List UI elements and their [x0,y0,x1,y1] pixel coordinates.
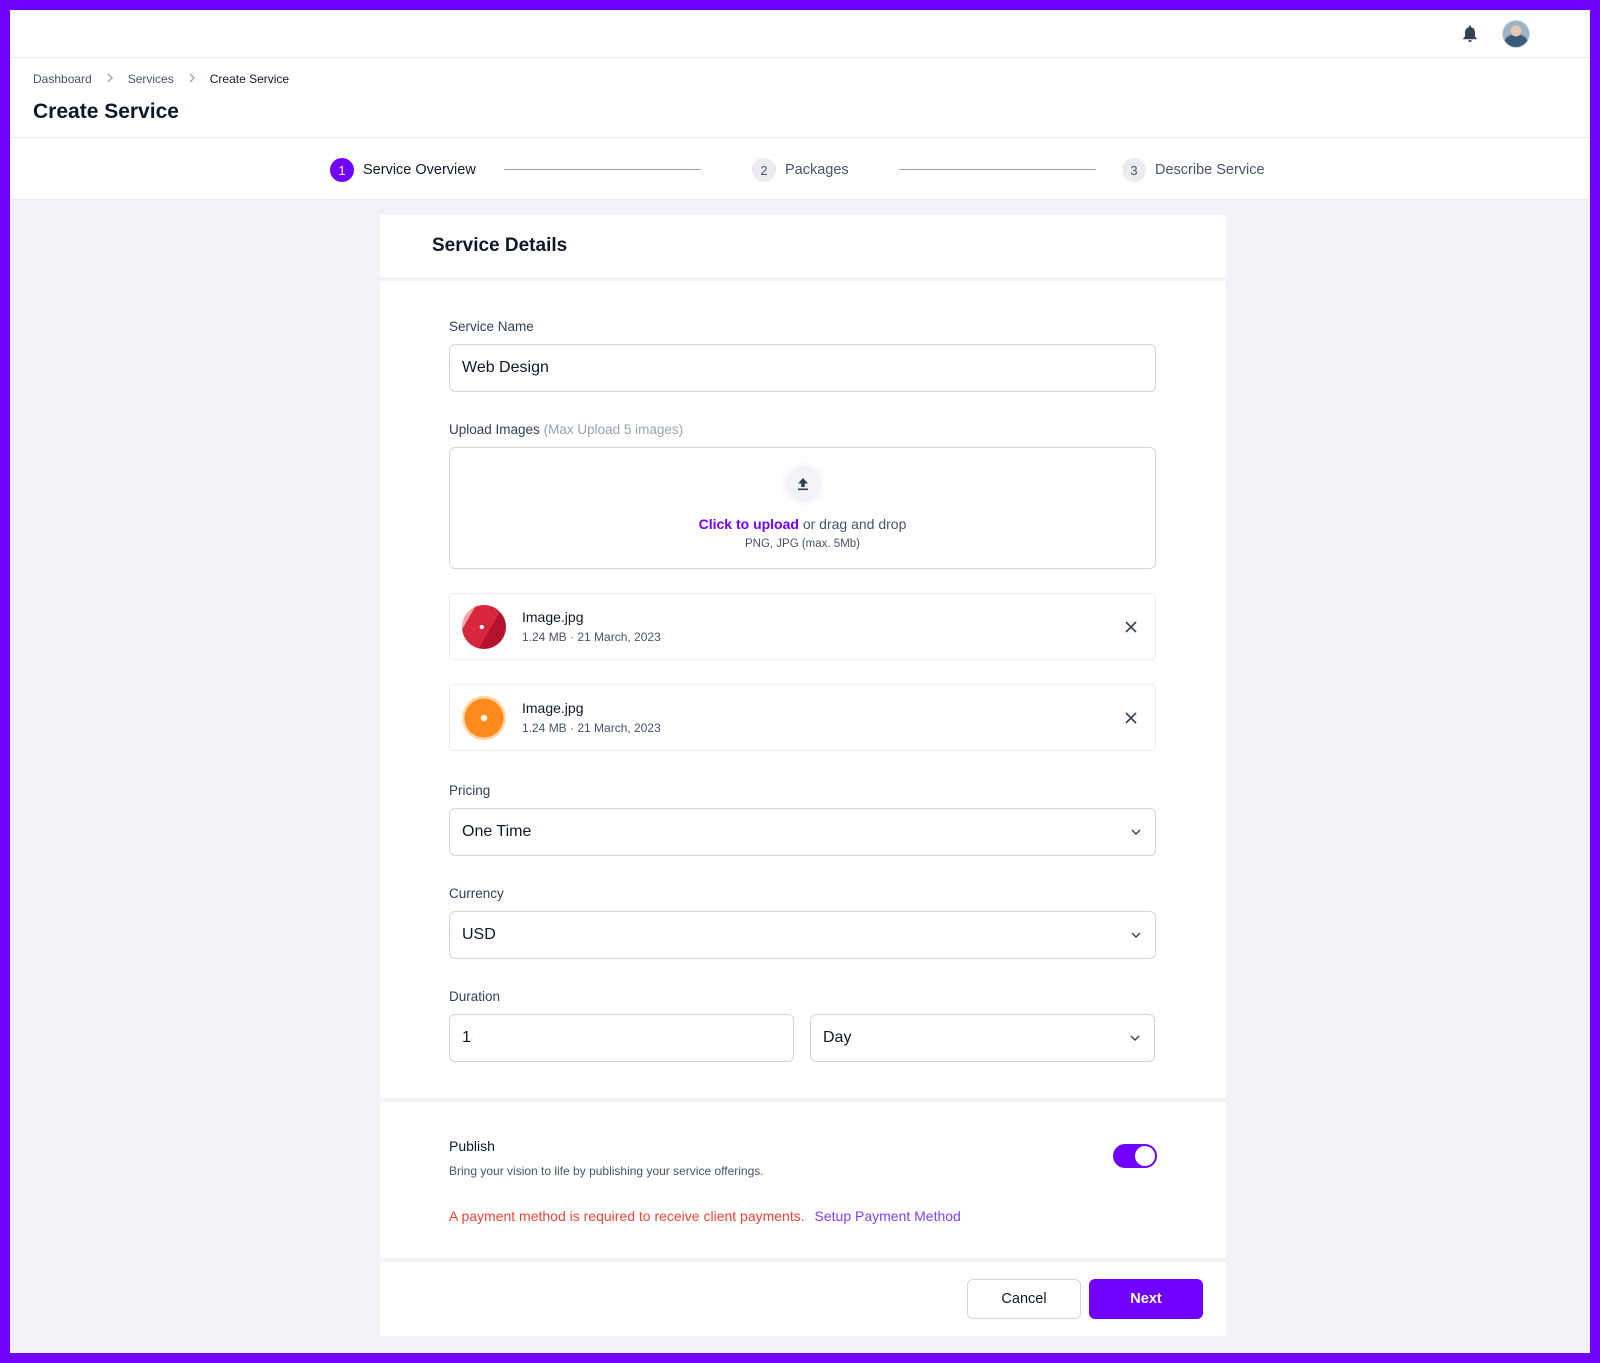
file-meta: 1.24 MB · 21 March, 2023 [522,721,661,735]
top-bar [10,10,1590,58]
step-label: Service Overview [363,162,476,178]
next-button[interactable]: Next [1089,1279,1203,1319]
service-name-input[interactable]: Web Design [449,344,1156,392]
duration-unit-value: Day [823,1029,852,1046]
breadcrumb-services[interactable]: Services [128,72,174,86]
duration-field: Duration 1 Day [449,989,1157,1062]
payment-warning: A payment method is required to receive … [449,1208,1157,1224]
pricing-field: Pricing One Time [449,783,1157,856]
file-info: Image.jpg 1.24 MB · 21 March, 2023 [522,609,1119,644]
upload-dropzone[interactable]: Click to upload or drag and drop PNG, JP… [449,447,1156,569]
upload-label: Upload Images (Max Upload 5 images) [449,422,1157,437]
file-name: Image.jpg [522,700,584,716]
close-icon[interactable] [1119,706,1143,730]
breadcrumb-create-service: Create Service [209,72,290,86]
currency-select[interactable]: USD [449,911,1156,959]
click-to-upload-link[interactable]: Click to upload [699,516,799,532]
chevron-right-icon [106,72,114,86]
upload-hint: (Max Upload 5 images) [543,422,684,437]
currency-value: USD [462,926,496,943]
step-service-overview[interactable]: 1 Service Overview [330,158,476,182]
card-footer: Cancel Next [380,1262,1226,1336]
service-name-label: Service Name [449,319,534,334]
breadcrumb: Dashboard Services Create Service [33,72,1567,86]
duration-row: 1 Day [449,1014,1157,1062]
upload-icon [780,462,825,506]
user-avatar[interactable] [1502,19,1530,48]
pricing-value: One Time [462,823,532,840]
service-name-field: Service Name Web Design [449,319,1157,392]
stepper: 1 Service Overview 2 Packages 3 Describe… [10,138,1590,200]
step-number: 2 [752,158,776,182]
uploaded-file-item: Image.jpg 1.24 MB · 21 March, 2023 [449,593,1156,660]
currency-field: Currency USD [449,886,1157,959]
setup-payment-link[interactable]: Setup Payment Method [815,1208,961,1224]
close-icon[interactable] [1119,615,1143,639]
service-details-card: Service Details Service Name Web Design … [380,215,1226,1336]
duration-unit-select[interactable]: Day [810,1014,1155,1062]
step-label: Packages [785,162,849,178]
bell-icon[interactable] [1460,24,1480,44]
card-header: Service Details [380,215,1226,281]
upload-text: Click to upload or drag and drop [699,516,907,532]
payment-warning-text: A payment method is required to receive … [449,1208,805,1224]
step-label: Describe Service [1155,162,1265,178]
publish-title: Publish [449,1138,495,1154]
pricing-select[interactable]: One Time [449,808,1156,856]
duration-amount-input[interactable]: 1 [449,1014,794,1062]
step-connector [899,169,1096,170]
step-connector [504,169,701,170]
file-name: Image.jpg [522,609,584,625]
pricing-label: Pricing [449,783,491,798]
step-describe-service[interactable]: 3 Describe Service [1122,158,1265,182]
file-thumbnail [462,604,506,649]
chevron-down-icon [1129,825,1143,839]
upload-label-text: Upload Images [449,422,540,437]
publish-section: Publish Bring your vision to life by pub… [380,1102,1226,1262]
app-window: Dashboard Services Create Service Create… [10,10,1590,1353]
breadcrumb-dashboard[interactable]: Dashboard [33,72,92,86]
upload-format-hint: PNG, JPG (max. 5Mb) [744,538,861,550]
uploaded-file-item: Image.jpg 1.24 MB · 21 March, 2023 [449,684,1156,751]
duration-label: Duration [449,989,501,1004]
publish-description: Bring your vision to life by publishing … [449,1164,764,1178]
page-header: Dashboard Services Create Service Create… [10,58,1590,138]
cancel-button[interactable]: Cancel [967,1279,1081,1319]
file-thumbnail [462,695,506,740]
chevron-down-icon [1129,928,1143,942]
step-packages[interactable]: 2 Packages [752,158,849,182]
file-info: Image.jpg 1.24 MB · 21 March, 2023 [522,700,1119,735]
chevron-right-icon [188,72,196,86]
file-meta: 1.24 MB · 21 March, 2023 [522,630,661,644]
step-number: 1 [330,158,354,182]
upload-field: Upload Images (Max Upload 5 images) Clic… [449,422,1157,569]
currency-label: Currency [449,886,504,901]
step-number: 3 [1122,158,1146,182]
card-body: Service Name Web Design Upload Images (M… [380,281,1226,1102]
publish-toggle[interactable] [1113,1144,1157,1168]
card-title: Service Details [432,235,568,256]
page-title: Create Service [33,100,179,123]
drag-drop-text: or drag and drop [802,516,907,532]
toggle-knob [1135,1146,1155,1166]
chevron-down-icon [1128,1031,1142,1045]
